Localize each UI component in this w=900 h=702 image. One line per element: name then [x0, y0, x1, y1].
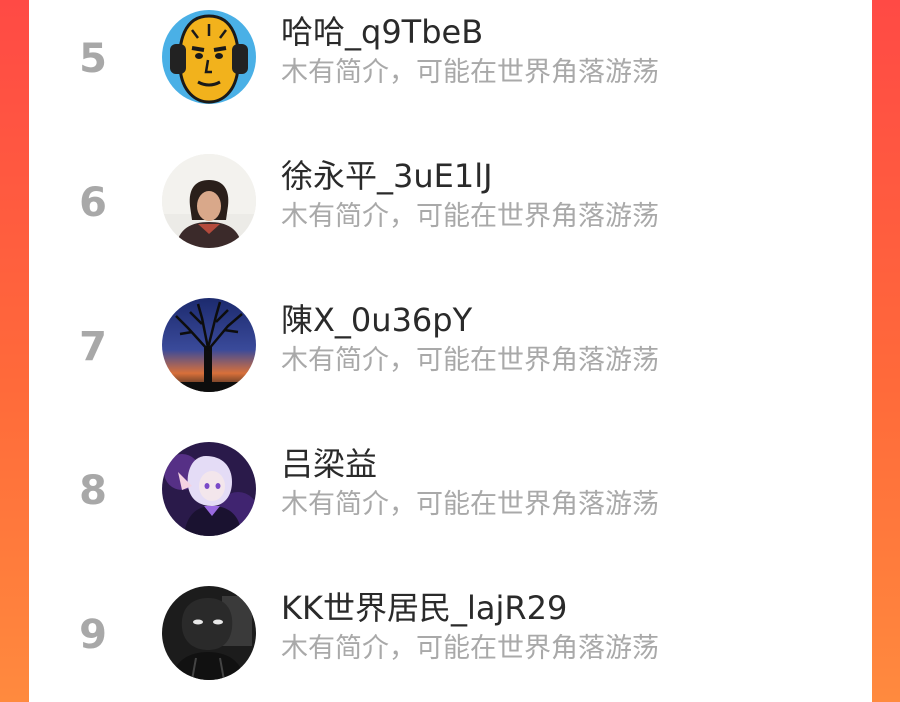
rank-number: 9 [79, 612, 107, 658]
user-avatar[interactable] [162, 586, 256, 680]
user-avatar[interactable] [162, 154, 256, 248]
user-bio: 木有简介，可能在世界角落游荡 [281, 201, 659, 232]
ranking-row[interactable]: 7 陳X_0u36pY 木有简介，可能在世界角落游荡 [29, 286, 872, 416]
rank-number: 7 [79, 324, 107, 370]
ranking-row[interactable]: 9 KK世界居民_lajR29 木有简介，可能在世界角落游荡 [29, 574, 872, 702]
dark-figure-avatar-icon [162, 586, 256, 680]
rank-number: 6 [79, 180, 107, 226]
user-bio: 木有简介，可能在世界角落游荡 [281, 489, 659, 520]
user-name[interactable]: 徐永平_3uE1lJ [281, 156, 493, 196]
ranking-list-panel: 5 哈哈_q9TbeB 木有简介，可能在世界角落游荡 6 徐永平_3uE1lJ … [29, 0, 872, 702]
rank-number: 8 [79, 468, 107, 514]
ranking-row[interactable]: 5 哈哈_q9TbeB 木有简介，可能在世界角落游荡 [29, 0, 872, 128]
user-avatar[interactable] [162, 298, 256, 392]
user-bio: 木有简介，可能在世界角落游荡 [281, 345, 659, 376]
user-name[interactable]: 哈哈_q9TbeB [281, 12, 483, 52]
ranking-row[interactable]: 6 徐永平_3uE1lJ 木有简介，可能在世界角落游荡 [29, 142, 872, 272]
user-avatar[interactable] [162, 10, 256, 104]
tree-at-dusk-avatar-icon [162, 298, 256, 392]
user-avatar[interactable] [162, 442, 256, 536]
rank-number: 5 [79, 36, 107, 82]
user-name[interactable]: 吕梁益 [281, 444, 377, 484]
user-bio: 木有简介，可能在世界角落游荡 [281, 57, 659, 88]
user-name[interactable]: 陳X_0u36pY [281, 300, 472, 340]
cartoon-face-avatar-icon [162, 10, 256, 104]
user-name[interactable]: KK世界居民_lajR29 [281, 588, 567, 628]
user-bio: 木有简介，可能在世界角落游荡 [281, 633, 659, 664]
person-photo-avatar-icon [162, 154, 256, 248]
ranking-row[interactable]: 8 吕梁益 木有简介，可能在世界角落游荡 [29, 430, 872, 560]
anime-character-avatar-icon [162, 442, 256, 536]
